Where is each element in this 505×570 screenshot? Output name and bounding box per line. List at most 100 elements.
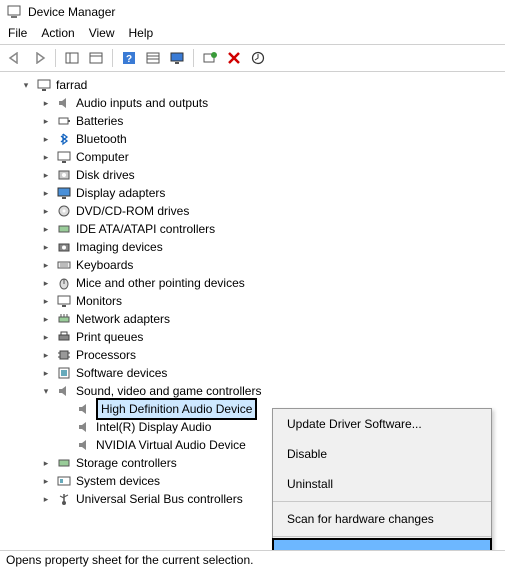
collapse-arrow-icon[interactable]: ▸ [40,472,52,490]
tree-item[interactable]: ▸Audio inputs and outputs [6,94,503,112]
menu-action[interactable]: Action [41,26,74,40]
tree-item[interactable]: ▸ IDE ATA/ATAPI controllers [6,220,503,238]
tree-item[interactable]: ▸ Bluetooth [6,130,503,148]
update-driver-button[interactable] [247,48,269,68]
statusbar: Opens property sheet for the current sel… [0,550,505,570]
device-tree[interactable]: ▾ farrad ▸Audio inputs and outputs ▸Batt… [0,72,505,550]
tree-item-label: Bluetooth [76,130,127,148]
collapse-arrow-icon[interactable]: ▸ [40,310,52,328]
menu-help[interactable]: Help [129,26,154,40]
disk-icon [56,167,72,183]
tree-item-label: Universal Serial Bus controllers [76,490,243,508]
tree-item[interactable]: ▸ Software devices [6,364,503,382]
tree-item-label: High Definition Audio Device [96,398,257,420]
tree-root[interactable]: ▾ farrad [6,76,503,94]
menu-view[interactable]: View [89,26,115,40]
context-menu-separator [273,536,491,537]
tree-item-label: Print queues [76,328,143,346]
tree-item[interactable]: ▸ Disk drives [6,166,503,184]
svg-text:?: ? [126,54,132,65]
tree-item[interactable]: ▸ Print queues [6,328,503,346]
speaker-icon [76,437,92,453]
monitor-icon [56,293,72,309]
collapse-arrow-icon[interactable]: ▸ [40,166,52,184]
tree-item-label: Software devices [76,364,167,382]
collapse-arrow-icon[interactable]: ▸ [40,112,52,130]
tree-item-label: Keyboards [76,256,133,274]
tree-item[interactable]: ▸ Imaging devices [6,238,503,256]
collapse-arrow-icon[interactable]: ▸ [40,256,52,274]
ctx-scan[interactable]: Scan for hardware changes [273,504,491,534]
tree-item-label: Display adapters [76,184,165,202]
ctx-update-driver[interactable]: Update Driver Software... [273,409,491,439]
collapse-arrow-icon[interactable]: ▸ [40,130,52,148]
collapse-arrow-icon[interactable]: ▸ [40,202,52,220]
tree-item-label: Monitors [76,292,122,310]
context-menu: Update Driver Software... Disable Uninst… [272,408,492,550]
speaker-icon [56,95,72,111]
collapse-arrow-icon[interactable]: ▸ [40,184,52,202]
toolbar: ? [0,44,505,72]
tree-item-label: Network adapters [76,310,170,328]
mouse-icon [56,275,72,291]
collapse-arrow-icon[interactable]: ▸ [40,328,52,346]
menu-file[interactable]: File [8,26,27,40]
properties-toolbar-button[interactable] [85,48,107,68]
collapse-arrow-icon[interactable]: ▸ [40,220,52,238]
network-icon [56,311,72,327]
tree-item[interactable]: ▸Mice and other pointing devices [6,274,503,292]
speaker-icon [56,383,72,399]
collapse-arrow-icon[interactable]: ▸ [40,364,52,382]
uninstall-button[interactable] [223,48,245,68]
tree-item[interactable]: ▸Batteries [6,112,503,130]
tree-item-label: Storage controllers [76,454,177,472]
collapse-arrow-icon[interactable]: ▸ [40,292,52,310]
tree-item-label: Computer [76,148,129,166]
view-button[interactable] [142,48,164,68]
scan-hardware-button[interactable] [199,48,221,68]
tree-item[interactable]: ▸ Network adapters [6,310,503,328]
collapse-arrow-icon[interactable]: ▸ [40,238,52,256]
collapse-arrow-icon[interactable]: ▸ [40,148,52,166]
display-icon [56,185,72,201]
window-title: Device Manager [28,5,115,19]
tree-item-label: IDE ATA/ATAPI controllers [76,220,215,238]
forward-button[interactable] [28,48,50,68]
collapse-arrow-icon[interactable]: ▸ [40,454,52,472]
monitor-button[interactable] [166,48,188,68]
camera-icon [56,239,72,255]
collapse-arrow-icon[interactable]: ▸ [40,490,52,508]
computer-icon [36,77,52,93]
show-hide-tree-button[interactable] [61,48,83,68]
tree-item[interactable]: ▸ Display adapters [6,184,503,202]
tree-item[interactable]: ▸ Monitors [6,292,503,310]
context-menu-separator [273,501,491,502]
ctx-uninstall[interactable]: Uninstall [273,469,491,499]
software-icon [56,365,72,381]
collapse-arrow-icon[interactable]: ▸ [40,346,52,364]
cpu-icon [56,347,72,363]
ctx-properties[interactable]: Properties [272,538,492,550]
tree-item[interactable]: ▸ Computer [6,148,503,166]
speaker-icon [76,419,92,435]
controller-icon [56,455,72,471]
tree-item-label: NVIDIA Virtual Audio Device [96,436,246,454]
keyboard-icon [56,257,72,273]
tree-item[interactable]: ▸ Keyboards [6,256,503,274]
controller-icon [56,221,72,237]
collapse-arrow-icon[interactable]: ▸ [40,94,52,112]
back-button[interactable] [4,48,26,68]
expand-arrow-icon[interactable]: ▾ [40,382,52,400]
help-button[interactable]: ? [118,48,140,68]
tree-item-label: Imaging devices [76,238,163,256]
expand-arrow-icon[interactable]: ▾ [20,76,32,94]
optical-drive-icon [56,203,72,219]
titlebar: Device Manager [0,0,505,24]
ctx-disable[interactable]: Disable [273,439,491,469]
tree-item[interactable]: ▸Processors [6,346,503,364]
tree-item-label: Disk drives [76,166,135,184]
speaker-icon [76,401,92,417]
collapse-arrow-icon[interactable]: ▸ [40,274,52,292]
tree-item[interactable]: ▸DVD/CD-ROM drives [6,202,503,220]
menubar: File Action View Help [0,24,505,44]
